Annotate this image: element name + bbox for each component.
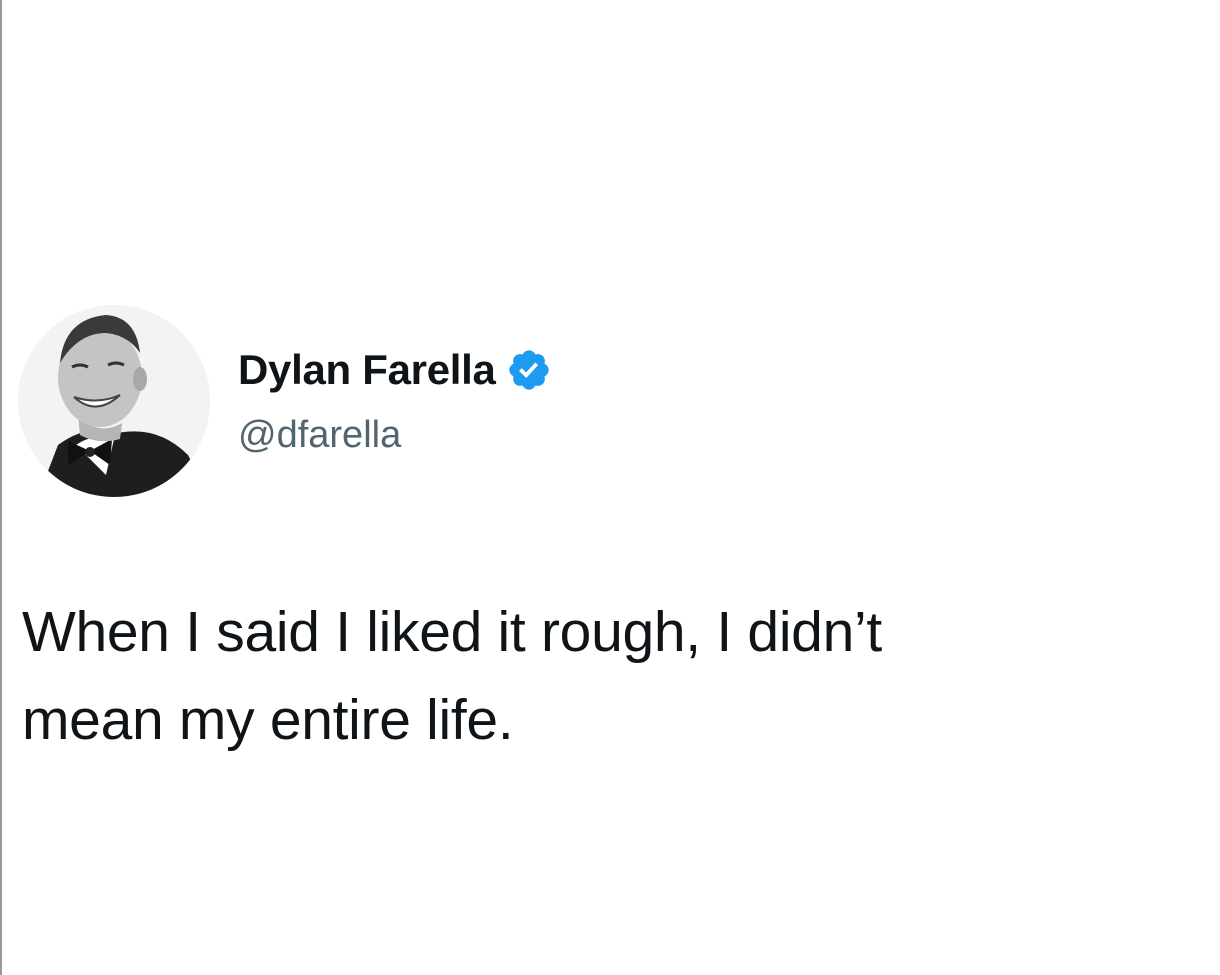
profile-photo-icon (18, 305, 210, 497)
avatar[interactable] (18, 305, 210, 497)
author-display-name[interactable]: Dylan Farella (238, 346, 496, 394)
tweet-text-line: When I said I liked it rough, I didn’t (22, 600, 882, 664)
tweet-text: When I said I liked it rough, I didn’t m… (22, 588, 1212, 764)
verified-badge-icon (506, 347, 552, 393)
left-border (0, 0, 2, 975)
tweet-text-line: mean my entire life. (22, 688, 514, 752)
author-name-row: Dylan Farella (238, 343, 552, 397)
author-handle[interactable]: @dfarella (238, 414, 401, 457)
